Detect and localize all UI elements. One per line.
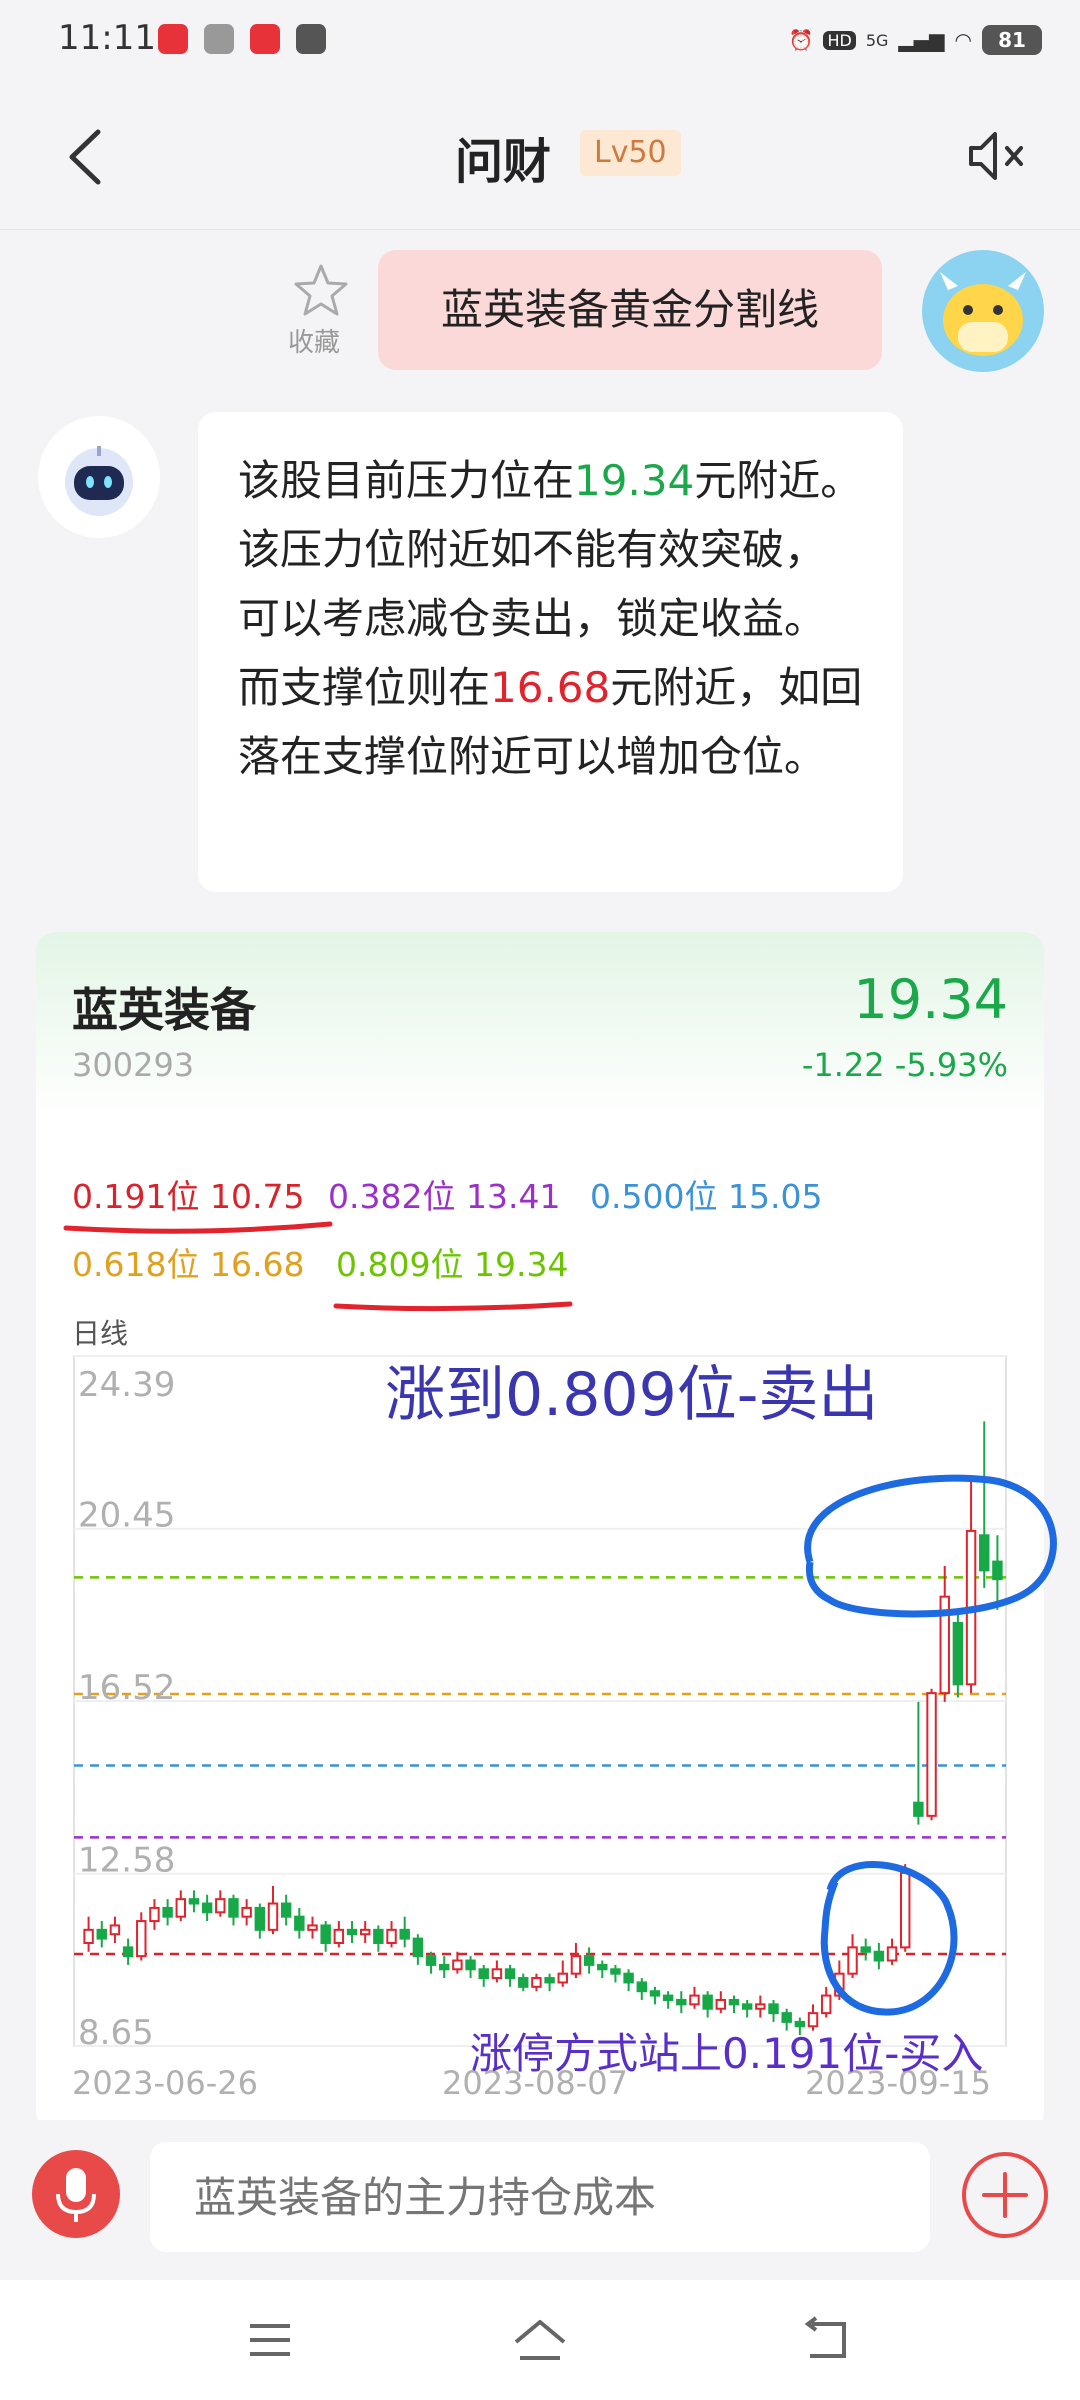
fib-label: 0.500位 [590,1177,718,1216]
user-message-bubble: 蓝英装备黄金分割线 [378,250,882,370]
resistance-price: 19.34 [574,456,695,505]
assistant-message-bubble: 该股目前压力位在19.34元附近。该压力位附近如不能有效突破，可以考虑减仓卖出，… [198,412,903,892]
menu-icon[interactable] [246,2320,294,2360]
stock-code: 300293 [72,1046,195,1084]
fib-level-0618: 0.618位 16.68 [72,1238,304,1286]
stock-name[interactable]: 蓝英装备 [72,974,256,1040]
change-amount: -1.22 [801,1046,885,1084]
wechat-icon [204,24,234,54]
status-time: 11:11 [58,18,156,58]
favorite-label[interactable]: 收藏 [288,322,340,359]
fib-label: 0.191位 [72,1177,200,1216]
fib-level-0809: 0.809位 19.34 [336,1238,568,1286]
stock-card[interactable]: 蓝英装备 300293 19.34 -1.22 -5.93% 0.191位 10… [36,932,1044,2132]
star-icon[interactable] [292,262,350,320]
stock-price: 19.34 [853,968,1008,1031]
fib-value: 15.05 [727,1177,823,1216]
battery-icon: 81 [982,25,1042,55]
back-button[interactable] [60,126,110,188]
microphone-button[interactable] [32,2150,120,2238]
fib-value: 16.68 [209,1245,305,1284]
change-percent: -5.93% [894,1046,1008,1084]
level-badge: Lv50 [580,130,681,176]
chat-input[interactable] [150,2142,930,2252]
chart-period-label: 日线 [72,1317,129,1350]
fib-label: 0.809位 [336,1245,464,1284]
page-title: 问财 [455,134,552,190]
fib-value: 13.41 [465,1177,561,1216]
system-nav-bar [0,2280,1080,2400]
fib-level-0191: 0.191位 10.75 [72,1170,304,1218]
user-avatar[interactable] [922,250,1044,372]
app-notification-icon [158,24,188,54]
back-nav-icon[interactable] [800,2316,850,2362]
microphone-icon [56,2168,96,2222]
cow-avatar-icon [940,272,1026,356]
input-bar [0,2120,1080,2280]
home-icon[interactable] [510,2316,570,2364]
signal-label: 5G [865,30,889,50]
header: 问财 Lv50 [0,84,1080,230]
stock-change: -1.22 -5.93% [802,1046,1008,1084]
hd-icon: HD [823,30,856,50]
robot-icon [65,446,133,516]
status-bar: 11:11 ⏰ HD 5G ▂▄▆ ◠ 81 [0,0,1080,84]
app-notification-icon [250,24,280,54]
fib-value: 10.75 [209,1177,305,1216]
fib-value: 19.34 [473,1245,569,1284]
mute-speaker-button[interactable] [965,124,1029,188]
support-price: 16.68 [490,663,611,712]
add-button[interactable] [960,2150,1050,2240]
fib-label: 0.382位 [328,1177,456,1216]
wifi-icon: ◠ [954,28,972,52]
assistant-avatar [38,416,160,538]
fib-level-0382: 0.382位 13.41 [328,1170,560,1218]
status-indicators: ⏰ HD 5G ▂▄▆ ◠ 81 [789,20,1042,60]
message-icon [296,24,326,54]
signal-icon: ▂▄▆ [898,28,945,52]
reply-text: 该股目前压力位在 [238,456,575,505]
fib-level-0500: 0.500位 15.05 [590,1170,822,1218]
fib-label: 0.618位 [72,1245,200,1284]
alarm-icon: ⏰ [788,28,814,52]
